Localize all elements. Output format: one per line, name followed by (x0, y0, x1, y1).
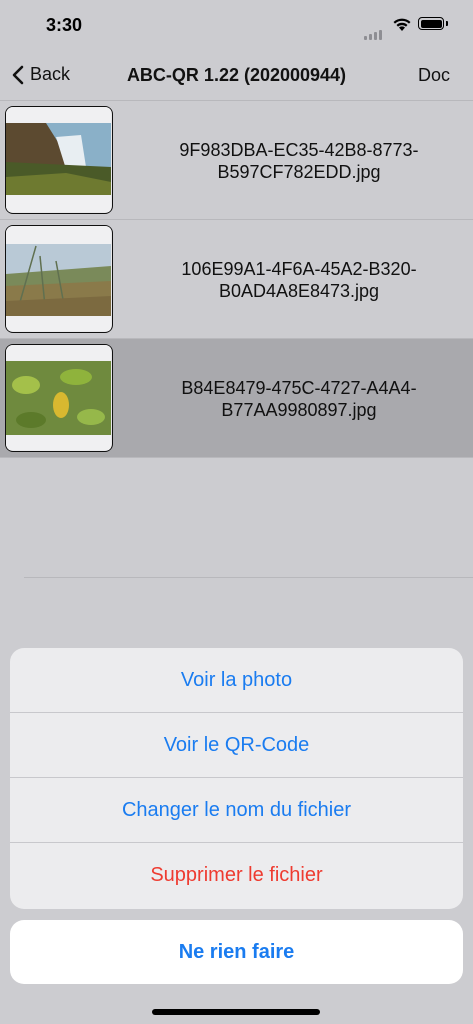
cancel-button[interactable]: Ne rien faire (10, 920, 463, 984)
file-row[interactable]: 106E99A1-4F6A-45A2-B320- B0AD4A8E8473.jp… (0, 220, 473, 339)
action-sheet: Voir la photo Voir le QR-Code Changer le… (10, 648, 463, 909)
delete-file-button[interactable]: Supprimer le fichier (10, 843, 463, 908)
status-bar: 3:30 (0, 0, 473, 50)
file-name: B84E8479-475C-4727-A4A4- B77AA9980897.jp… (125, 377, 473, 421)
file-name-line-1: 106E99A1-4F6A-45A2-B320- (181, 259, 417, 279)
file-name: 9F983DBA-EC35-42B8-8773- B597CF782EDD.jp… (125, 139, 473, 183)
battery-icon (418, 17, 444, 30)
file-name-line-1: 9F983DBA-EC35-42B8-8773- (179, 140, 419, 160)
view-qr-code-button[interactable]: Voir le QR-Code (10, 713, 463, 778)
page-title: ABC-QR 1.22 (202000944) (126, 65, 347, 85)
file-name-line-2: B597CF782EDD.jpg (217, 162, 381, 182)
list-separator (24, 577, 473, 578)
status-time: 3:30 (46, 15, 83, 35)
photo-thumbnail (5, 225, 113, 333)
photo-thumbnail (5, 344, 113, 452)
file-name-line-2: B0AD4A8E8473.jpg (218, 281, 380, 301)
file-list: 9F983DBA-EC35-42B8-8773- B597CF782EDD.jp… (0, 101, 473, 458)
file-name: 106E99A1-4F6A-45A2-B320- B0AD4A8E8473.jp… (125, 258, 473, 302)
file-row-selected[interactable]: B84E8479-475C-4727-A4A4- B77AA9980897.jp… (0, 339, 473, 458)
battery-tip (446, 21, 448, 26)
wifi-icon (393, 18, 411, 31)
cellular-signal-icon (364, 22, 384, 40)
photo-thumbnail (5, 106, 113, 214)
doc-button[interactable]: Doc (418, 65, 450, 86)
file-row[interactable]: 9F983DBA-EC35-42B8-8773- B597CF782EDD.jp… (0, 101, 473, 220)
file-name-line-2: B77AA9980897.jpg (221, 400, 377, 420)
file-name-line-1: B84E8479-475C-4727-A4A4- (181, 378, 417, 398)
view-photo-button[interactable]: Voir la photo (10, 648, 463, 713)
navigation-bar: Back ABC-QR 1.22 (202000944) Doc (0, 50, 473, 101)
rename-file-button[interactable]: Changer le nom du fichier (10, 778, 463, 843)
home-indicator[interactable] (152, 1009, 320, 1015)
